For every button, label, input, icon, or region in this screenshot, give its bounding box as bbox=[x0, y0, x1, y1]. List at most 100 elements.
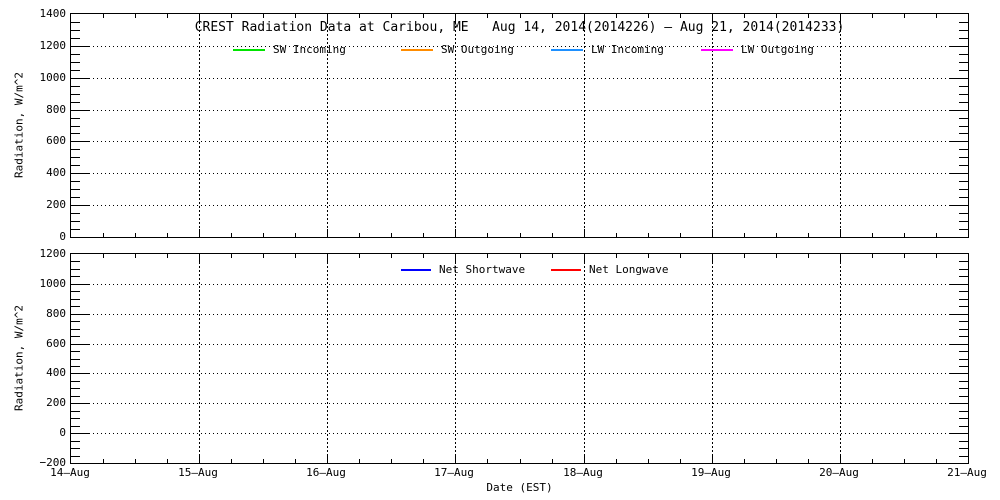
tick-mark bbox=[648, 14, 649, 18]
y-tick-label: 1200 bbox=[22, 40, 66, 51]
legend-swatch bbox=[233, 49, 265, 51]
gridline-horizontal bbox=[89, 78, 950, 79]
tick-mark bbox=[520, 14, 521, 18]
tick-mark bbox=[872, 233, 873, 237]
tick-mark bbox=[959, 336, 968, 337]
figure-canvas: CREST Radiation Data at Caribou, ME Aug … bbox=[0, 0, 1000, 500]
gridline-vertical bbox=[584, 254, 585, 463]
tick-mark bbox=[71, 126, 80, 127]
legend-swatch bbox=[551, 269, 581, 271]
tick-mark bbox=[959, 366, 968, 367]
tick-mark bbox=[71, 456, 80, 457]
tick-mark bbox=[959, 269, 968, 270]
tick-mark bbox=[423, 14, 424, 18]
tick-mark bbox=[959, 62, 968, 63]
tick-mark bbox=[71, 388, 80, 389]
tick-mark bbox=[455, 455, 456, 463]
tick-mark bbox=[135, 254, 136, 258]
gridline-horizontal bbox=[89, 205, 950, 206]
tick-mark bbox=[71, 205, 89, 206]
tick-mark bbox=[71, 261, 80, 262]
tick-mark bbox=[904, 14, 905, 18]
tick-mark bbox=[71, 329, 80, 330]
tick-mark bbox=[487, 14, 488, 18]
tick-mark bbox=[295, 233, 296, 237]
tick-mark bbox=[808, 254, 809, 258]
tick-mark bbox=[584, 229, 585, 237]
tick-mark bbox=[959, 418, 968, 419]
tick-mark bbox=[71, 373, 89, 374]
tick-mark bbox=[959, 426, 968, 427]
tick-mark bbox=[950, 314, 968, 315]
tick-mark bbox=[712, 455, 713, 463]
tick-mark bbox=[199, 455, 200, 463]
gridline-vertical bbox=[199, 14, 200, 237]
tick-mark bbox=[808, 14, 809, 18]
legend-item: SW Outgoing bbox=[401, 43, 514, 56]
tick-mark bbox=[584, 254, 585, 262]
tick-mark bbox=[71, 396, 80, 397]
tick-mark bbox=[391, 254, 392, 258]
y-tick-label: 800 bbox=[22, 104, 66, 115]
y-tick-label: 1400 bbox=[22, 8, 66, 19]
tick-mark bbox=[680, 14, 681, 18]
tick-mark bbox=[959, 197, 968, 198]
tick-mark bbox=[103, 254, 104, 258]
tick-mark bbox=[840, 14, 841, 22]
tick-mark bbox=[71, 141, 89, 142]
tick-mark bbox=[295, 459, 296, 463]
y-tick-label: 1000 bbox=[22, 72, 66, 83]
y-tick-label: 0 bbox=[22, 427, 66, 438]
gridline-vertical bbox=[840, 14, 841, 237]
tick-mark bbox=[71, 197, 80, 198]
gridline-horizontal bbox=[89, 284, 950, 285]
tick-mark bbox=[959, 70, 968, 71]
tick-mark bbox=[71, 94, 80, 95]
tick-mark bbox=[71, 359, 80, 360]
tick-mark bbox=[648, 254, 649, 258]
tick-mark bbox=[71, 133, 80, 134]
tick-mark bbox=[552, 254, 553, 258]
tick-mark bbox=[71, 433, 89, 434]
tick-mark bbox=[959, 54, 968, 55]
tick-mark bbox=[616, 459, 617, 463]
tick-mark bbox=[167, 459, 168, 463]
legend-label: Net Longwave bbox=[589, 263, 668, 276]
legend-item: SW Incoming bbox=[233, 43, 346, 56]
tick-mark bbox=[199, 229, 200, 237]
tick-mark bbox=[71, 62, 80, 63]
legend-label: SW Incoming bbox=[273, 43, 346, 56]
tick-mark bbox=[959, 149, 968, 150]
tick-mark bbox=[959, 291, 968, 292]
tick-mark bbox=[616, 254, 617, 258]
tick-mark bbox=[71, 118, 80, 119]
gridline-vertical bbox=[199, 254, 200, 463]
tick-mark bbox=[840, 455, 841, 463]
tick-mark bbox=[936, 233, 937, 237]
tick-mark bbox=[584, 455, 585, 463]
tick-mark bbox=[959, 30, 968, 31]
y-tick-label: 800 bbox=[22, 308, 66, 319]
tick-mark bbox=[71, 221, 80, 222]
tick-mark bbox=[959, 456, 968, 457]
tick-mark bbox=[712, 229, 713, 237]
x-tick-label: 17–Aug bbox=[431, 467, 477, 478]
tick-mark bbox=[904, 459, 905, 463]
legend-item: Net Shortwave bbox=[401, 263, 525, 276]
tick-mark bbox=[950, 344, 968, 345]
tick-mark bbox=[167, 233, 168, 237]
tick-mark bbox=[71, 102, 80, 103]
tick-mark bbox=[359, 254, 360, 258]
tick-mark bbox=[616, 14, 617, 18]
tick-mark bbox=[552, 459, 553, 463]
tick-mark bbox=[135, 459, 136, 463]
tick-mark bbox=[295, 254, 296, 258]
tick-mark bbox=[391, 233, 392, 237]
tick-mark bbox=[840, 254, 841, 262]
tick-mark bbox=[959, 388, 968, 389]
y-tick-label: 1000 bbox=[22, 278, 66, 289]
tick-mark bbox=[959, 189, 968, 190]
tick-mark bbox=[520, 254, 521, 258]
legend-item: LW Outgoing bbox=[701, 43, 814, 56]
tick-mark bbox=[263, 14, 264, 18]
